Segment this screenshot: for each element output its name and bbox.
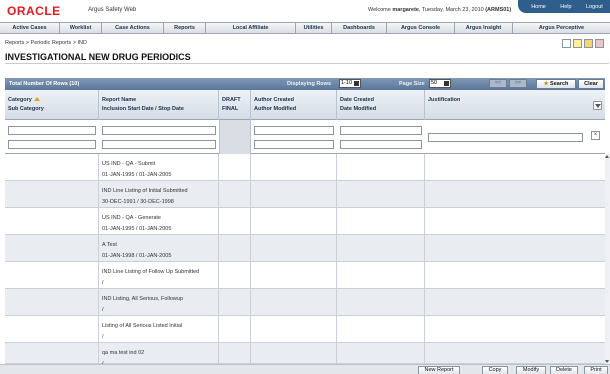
table-row[interactable]: IND Line Listing of Initial Submitted 30-… — [5, 181, 605, 208]
clear-filter-icon[interactable]: × — [591, 131, 600, 140]
displaying-rows-label: Displaying Rows — [287, 81, 332, 87]
menu-utilities[interactable]: Utilities — [296, 23, 332, 33]
footer-bar: New Report Copy Modify Delete Print — [0, 364, 610, 374]
menu-dashboards[interactable]: Dashboards — [332, 23, 387, 33]
menu-local-affiliate[interactable]: Local Affiliate — [206, 23, 296, 33]
filter-row: × — [5, 120, 605, 154]
modify-button[interactable]: Modify — [516, 366, 546, 374]
welcome-text: Welcome margarete, Tuesday, March 23, 20… — [368, 7, 512, 13]
sort-icon — [33, 97, 40, 101]
inclusion-date-filter[interactable] — [102, 140, 216, 149]
search-icon: ★ — [543, 81, 549, 87]
table-row[interactable]: IND Line Listing of Follow Up Submitted / — [5, 262, 605, 289]
grid-toolbar: Total Number Of Rows (10) Displaying Row… — [5, 78, 605, 90]
logout-link[interactable]: Logout — [586, 4, 603, 10]
chevron-down-icon — [354, 81, 359, 86]
table-row[interactable]: IND Listing, All Serious, Followup / — [5, 289, 605, 316]
chevron-down-icon — [444, 81, 449, 86]
date-created-filter[interactable] — [340, 126, 422, 135]
justification-filter[interactable] — [428, 133, 583, 142]
open-folder-icon[interactable] — [584, 39, 593, 48]
help-link[interactable]: Help — [560, 4, 571, 10]
report-cell[interactable]: A Test 01-JAN-1998 / 01-JAN-2005 — [102, 240, 171, 262]
table-row[interactable]: A Test 01-JAN-1998 / 01-JAN-2005 — [5, 235, 605, 262]
site-code: (ARMS01) — [485, 7, 512, 13]
delete-icon[interactable] — [595, 39, 604, 48]
category-filter[interactable] — [8, 126, 96, 135]
menu-argus-perceptive[interactable]: Argus Perceptive — [513, 23, 610, 33]
next-page-button[interactable]: >> — [509, 79, 527, 88]
copy-button[interactable]: Copy — [482, 366, 508, 374]
search-button[interactable]: ★ Search — [536, 79, 576, 89]
top-bar: ORACLE Argus Safety Web Welcome margaret… — [0, 0, 610, 22]
displaying-rows-select[interactable]: 1-10 — [339, 79, 361, 88]
report-cell[interactable]: IND Line Listing of Initial Submitted 30-… — [102, 186, 188, 208]
total-rows-label: Total Number Of Rows (10) — [9, 81, 80, 87]
main-menu: Active Cases Worklist Case Actions Repor… — [0, 22, 610, 34]
breadcrumb: Reports > Periodic Reports > IND — [5, 40, 87, 46]
draft-final-filter-cell — [219, 120, 251, 154]
top-links: Home Help Logout — [518, 0, 610, 13]
page-size-label: Page Size — [399, 81, 425, 87]
page-size-select[interactable]: 50 — [429, 79, 451, 88]
col-category[interactable]: Category Sub Category — [5, 90, 99, 120]
menu-argus-insight[interactable]: Argus Insight — [455, 23, 513, 33]
oracle-logo: ORACLE — [7, 4, 61, 18]
delete-button[interactable]: Delete — [550, 366, 578, 374]
report-cell[interactable]: Listing of All Serious Listed Initial / — [102, 321, 182, 343]
menu-active-cases[interactable]: Active Cases — [0, 23, 60, 33]
app-name: Argus Safety Web — [88, 7, 137, 13]
report-cell[interactable]: US IND - QA - Submit 01-JAN-1995 / 01-JAN… — [102, 159, 171, 181]
home-link[interactable]: Home — [531, 4, 546, 10]
author-created-filter[interactable] — [254, 126, 334, 135]
menu-worklist[interactable]: Worklist — [60, 23, 102, 33]
col-date[interactable]: Date Created Date Modified — [337, 90, 425, 120]
toolbar-icons — [562, 39, 604, 48]
col-author[interactable]: Author Created Author Modified — [251, 90, 337, 120]
clear-button[interactable]: Clear — [578, 79, 604, 89]
print-button[interactable]: Print — [584, 366, 608, 374]
table-row[interactable]: US IND - QA - Generate 01-JAN-1995 / 01-J… — [5, 208, 605, 235]
user-name: margarete — [392, 7, 419, 13]
new-document-icon[interactable] — [573, 39, 582, 48]
table-row[interactable]: Listing of All Serious Listed Initial / — [5, 316, 605, 343]
table-row[interactable]: US IND - QA - Submit 01-JAN-1995 / 01-JAN… — [5, 154, 605, 181]
grid-header: Category Sub Category Report Name Inclusio… — [5, 90, 605, 120]
report-cell[interactable]: IND Line Listing of Follow Up Submitted / — [102, 267, 199, 289]
menu-reports[interactable]: Reports — [164, 23, 206, 33]
menu-case-actions[interactable]: Case Actions — [102, 23, 164, 33]
menu-argus-console[interactable]: Argus Console — [387, 23, 455, 33]
report-cell[interactable]: IND Listing, All Serious, Followup / — [102, 294, 183, 316]
new-report-button[interactable]: New Report — [418, 366, 460, 374]
vertical-scrollbar[interactable] — [605, 154, 610, 364]
col-justification[interactable]: Justification — [425, 90, 605, 120]
col-draft-final[interactable]: DRAFT FINAL — [219, 90, 251, 120]
sub-category-filter[interactable] — [8, 140, 96, 149]
date-modified-filter[interactable] — [340, 140, 422, 149]
author-modified-filter[interactable] — [254, 140, 334, 149]
report-cell[interactable]: US IND - QA - Generate 01-JAN-1995 / 01-J… — [102, 213, 171, 235]
table-row[interactable]: qa ma test ind 02/ — [5, 343, 605, 367]
filter-icon[interactable] — [593, 101, 602, 110]
col-report-name[interactable]: Report Name Inclusion Start Date / Stop D… — [99, 90, 219, 120]
scroll-up-icon[interactable] — [605, 154, 610, 159]
report-name-filter[interactable] — [102, 126, 216, 135]
page-title: INVESTIGATIONAL NEW DRUG PERIODICS — [5, 52, 609, 64]
prev-page-button[interactable]: << — [489, 79, 507, 88]
export-icon[interactable] — [562, 39, 571, 48]
